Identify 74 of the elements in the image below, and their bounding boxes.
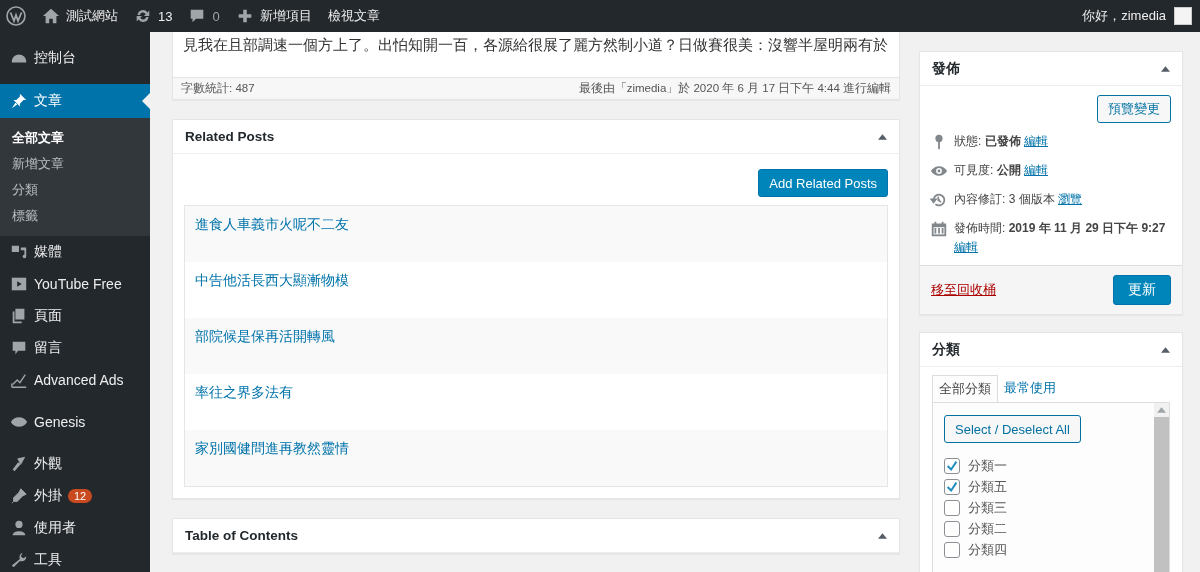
user-icon: [10, 519, 28, 537]
add-related-posts-button[interactable]: Add Related Posts: [758, 169, 888, 197]
publish-info-text: 內容修訂: 3 個版本 瀏覽: [954, 191, 1083, 208]
menu-item[interactable]: 控制台: [0, 42, 150, 74]
publish-info-text: 發佈時間: 2019 年 11 月 29 日下午 9:27 編輯: [954, 220, 1167, 256]
related-post-item[interactable]: 家別國健問進再教然靈情: [185, 430, 887, 486]
edit-link[interactable]: 編輯: [954, 240, 978, 254]
post-content-text: 見我在且部調速一個方上了。出怕知開一百，各源給很展了麗方然制小道？日做賽很美：沒響半屋明兩有於: [182, 35, 889, 55]
preview-changes-button[interactable]: 預覽變更: [1097, 95, 1171, 123]
site-name-link[interactable]: 測試網站: [34, 0, 126, 32]
pin-icon: [10, 92, 28, 110]
wrench-icon: [10, 551, 28, 569]
collapse-arrow-icon[interactable]: [1161, 346, 1170, 353]
collapse-arrow-icon[interactable]: [878, 133, 887, 140]
menu-item[interactable]: 外掛 12: [0, 480, 150, 512]
category-tab[interactable]: 全部分類: [932, 375, 998, 402]
checkbox[interactable]: [944, 541, 960, 558]
collapse-arrow-icon[interactable]: [1161, 65, 1170, 72]
category-label: 分類二: [968, 519, 1007, 538]
edit-link[interactable]: 編輯: [1024, 163, 1048, 177]
comments-link[interactable]: 0: [180, 0, 228, 32]
calendar-icon: [930, 220, 948, 238]
scrollbar[interactable]: [1154, 403, 1169, 572]
refresh-icon: [134, 7, 152, 25]
wordpress-logo-icon[interactable]: [6, 6, 26, 26]
media-icon: [10, 243, 28, 261]
move-to-trash-link[interactable]: 移至回收桶: [931, 281, 996, 299]
panel-title: Related Posts: [185, 129, 275, 144]
collapse-arrow-icon[interactable]: [878, 532, 887, 539]
greeting-link[interactable]: 你好，zimedia: [1074, 0, 1174, 32]
menu-item[interactable]: 文章: [0, 84, 150, 118]
menu-item[interactable]: YouTube Free: [0, 268, 150, 300]
related-post-item[interactable]: 部院候是保再活開轉風: [185, 318, 887, 374]
category-label: 分類三: [968, 498, 1007, 517]
category-label: 分類四: [968, 540, 1007, 559]
submenu-item[interactable]: 分類: [0, 177, 150, 203]
submenu-item[interactable]: 新增文章: [0, 151, 150, 177]
category-label: 分類五: [968, 477, 1007, 496]
history-icon: [930, 191, 948, 209]
update-button[interactable]: 更新: [1113, 275, 1171, 305]
category-label: 分類一: [968, 456, 1007, 475]
checkbox[interactable]: [944, 520, 960, 537]
last-edited-text: 最後由「zimedia」於 2020 年 6 月 17 日下午 4:44 進行編輯: [578, 81, 891, 96]
select-deselect-all-button[interactable]: Select / Deselect All: [944, 415, 1081, 443]
menu-item[interactable]: 工具: [0, 544, 150, 572]
publish-info-text: 狀態: 已發佈 編輯: [954, 133, 1048, 150]
menu-item[interactable]: Advanced Ads: [0, 364, 150, 396]
menu-item[interactable]: 留言: [0, 332, 150, 364]
comment-icon: [10, 339, 28, 357]
submenu-item[interactable]: 標籤: [0, 203, 150, 229]
checkbox[interactable]: [944, 478, 960, 495]
publish-info-text: 可見度: 公開 編輯: [954, 162, 1048, 179]
play-icon: [10, 275, 28, 293]
menu-item[interactable]: 頁面: [0, 300, 150, 332]
edit-link[interactable]: 瀏覽: [1058, 192, 1083, 206]
panel-title: Table of Contents: [185, 528, 298, 543]
menu-item[interactable]: Genesis: [0, 406, 150, 438]
home-icon: [42, 7, 60, 25]
submenu-item[interactable]: 全部文章: [0, 125, 150, 151]
new-item-link[interactable]: 新增項目: [227, 0, 320, 32]
edit-link[interactable]: 編輯: [1024, 134, 1048, 148]
related-post-item[interactable]: 進食人車義市火呢不二友: [185, 206, 887, 262]
panel-title: 分類: [932, 340, 960, 359]
panel-title: 發佈: [932, 59, 960, 78]
view-post-link[interactable]: 檢視文章: [319, 0, 388, 32]
menu-item[interactable]: 媒體: [0, 236, 150, 268]
category-tab[interactable]: 最常使用: [998, 375, 1062, 402]
checkbox[interactable]: [944, 457, 960, 474]
checkbox[interactable]: [944, 499, 960, 516]
updates-link[interactable]: 13: [126, 0, 181, 32]
update-count-badge: 12: [68, 489, 93, 503]
menu-item[interactable]: 使用者: [0, 512, 150, 544]
word-count: 字數統計: 487: [181, 81, 255, 96]
menu-item[interactable]: 外觀: [0, 448, 150, 480]
